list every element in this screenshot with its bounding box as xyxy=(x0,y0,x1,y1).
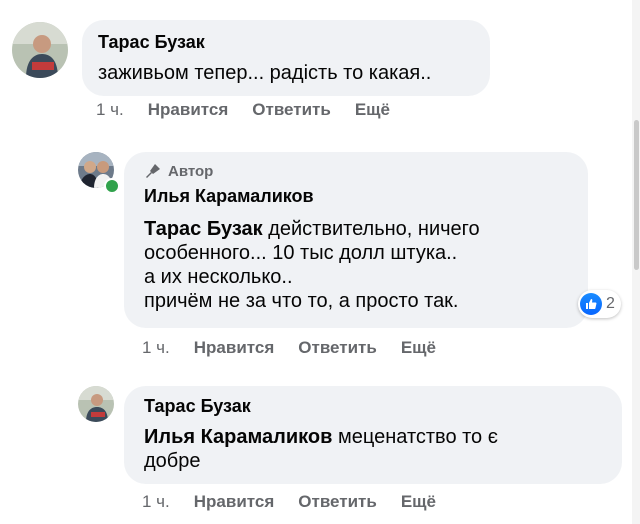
online-status-dot xyxy=(104,178,120,194)
mention-link[interactable]: Тарас Бузак xyxy=(144,218,263,240)
comment-text-line: особенного... 10 тыс долл штука.. xyxy=(144,242,458,264)
reaction-count: 2 xyxy=(606,295,615,312)
microphone-icon xyxy=(146,164,160,178)
comment-bubble: Автор Илья Карамаликов Тарас Бузак дейст… xyxy=(124,152,588,328)
like-button[interactable]: Нравится xyxy=(194,492,275,512)
comment-actions: 1 ч. Нравится Ответить Ещё xyxy=(142,492,460,512)
more-button[interactable]: Ещё xyxy=(355,100,390,120)
author-badge: Автор xyxy=(144,162,568,180)
comment-text-line: а их несколько.. xyxy=(144,266,293,288)
comment-text-line: причём не за что то, а просто так. xyxy=(144,290,459,312)
comment-text: заживьом тепер... радість то какая.. xyxy=(98,62,432,84)
mention-link[interactable]: Илья Карамаликов xyxy=(144,426,332,448)
reaction-summary[interactable]: 2 xyxy=(578,290,621,318)
avatar-taras[interactable] xyxy=(12,22,68,78)
avatar-photo xyxy=(78,386,114,422)
comment-text: Илья Карамаликов меценатство то є добре xyxy=(144,425,602,473)
author-badge-label: Автор xyxy=(168,162,214,180)
scrollbar-track[interactable] xyxy=(632,0,640,524)
comment-bubble: Тарас Бузак заживьом тепер... радість то… xyxy=(82,20,490,96)
like-button[interactable]: Нравится xyxy=(194,338,275,358)
comment-actions: 1 ч. Нравится Ответить Ещё xyxy=(142,338,460,358)
reply-button[interactable]: Ответить xyxy=(298,492,377,512)
comment-author[interactable]: Илья Карамаликов xyxy=(144,186,568,207)
avatar-taras[interactable] xyxy=(78,386,114,422)
more-button[interactable]: Ещё xyxy=(401,492,436,512)
more-button[interactable]: Ещё xyxy=(401,338,436,358)
comment-text-line: добре xyxy=(144,450,201,472)
reply-button[interactable]: Ответить xyxy=(298,338,377,358)
scrollbar-thumb[interactable] xyxy=(634,120,639,270)
thumbs-up-icon xyxy=(580,293,602,315)
comment-text: Тарас Бузак действительно, ничего особен… xyxy=(144,217,568,313)
comment-time[interactable]: 1 ч. xyxy=(96,100,124,120)
comment-time[interactable]: 1 ч. xyxy=(142,338,170,358)
avatar-photo xyxy=(12,22,68,78)
comment-bubble: Тарас Бузак Илья Карамаликов меценатство… xyxy=(124,386,622,484)
like-button[interactable]: Нравится xyxy=(148,100,229,120)
comment-actions: 1 ч. Нравится Ответить Ещё xyxy=(96,100,414,120)
comment-author[interactable]: Тарас Бузак xyxy=(144,396,602,417)
comment-text-line: меценатство то є xyxy=(332,426,498,448)
comment-text-line: действительно, ничего xyxy=(262,218,480,240)
comment-author[interactable]: Тарас Бузак xyxy=(98,32,474,53)
comment-time[interactable]: 1 ч. xyxy=(142,492,170,512)
reply-button[interactable]: Ответить xyxy=(252,100,331,120)
